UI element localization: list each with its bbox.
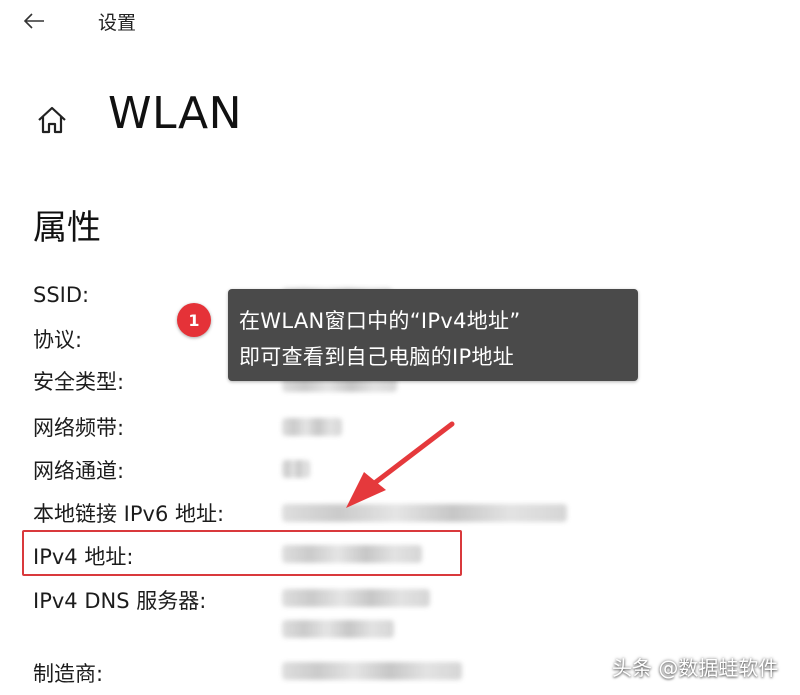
section-title: 属性	[33, 208, 101, 248]
property-label-manufacturer: 制造商:	[33, 662, 104, 686]
back-arrow-icon	[23, 13, 44, 29]
property-value-network-band	[282, 418, 342, 436]
app-title: 设置	[98, 12, 137, 34]
property-value-network-channel	[282, 460, 310, 478]
property-value-ipv4-dns-1	[282, 589, 430, 607]
property-label-protocol: 协议:	[33, 328, 83, 352]
title-bar: 设置	[0, 0, 800, 44]
callout-line-2: 即可查看到自己电脑的IP地址	[239, 345, 515, 369]
home-icon	[38, 106, 66, 134]
property-label-ssid: SSID:	[33, 283, 90, 307]
step-badge: 1	[177, 303, 211, 337]
property-label-ipv4-dns: IPv4 DNS 服务器:	[33, 589, 207, 613]
property-label-network-channel: 网络通道:	[33, 459, 125, 483]
property-label-network-band: 网络频带:	[33, 416, 125, 440]
property-value-link-local-ipv6	[282, 504, 567, 522]
watermark: 头条 @数据蛙软件	[612, 656, 779, 680]
ipv4-highlight-box	[22, 530, 462, 576]
page-header: WLAN	[30, 88, 430, 148]
page-title: WLAN	[108, 88, 243, 139]
property-label-security-type: 安全类型:	[33, 370, 125, 394]
back-button[interactable]	[18, 6, 50, 36]
property-value-ipv4-dns-2	[282, 620, 394, 638]
property-value-manufacturer	[282, 662, 462, 680]
callout-line-1: 在WLAN窗口中的“IPv4地址”	[239, 309, 521, 333]
property-label-link-local-ipv6: 本地链接 IPv6 地址:	[33, 502, 225, 526]
annotation-callout: 在WLAN窗口中的“IPv4地址” 即可查看到自己电脑的IP地址	[228, 289, 638, 381]
home-button[interactable]	[30, 98, 74, 142]
